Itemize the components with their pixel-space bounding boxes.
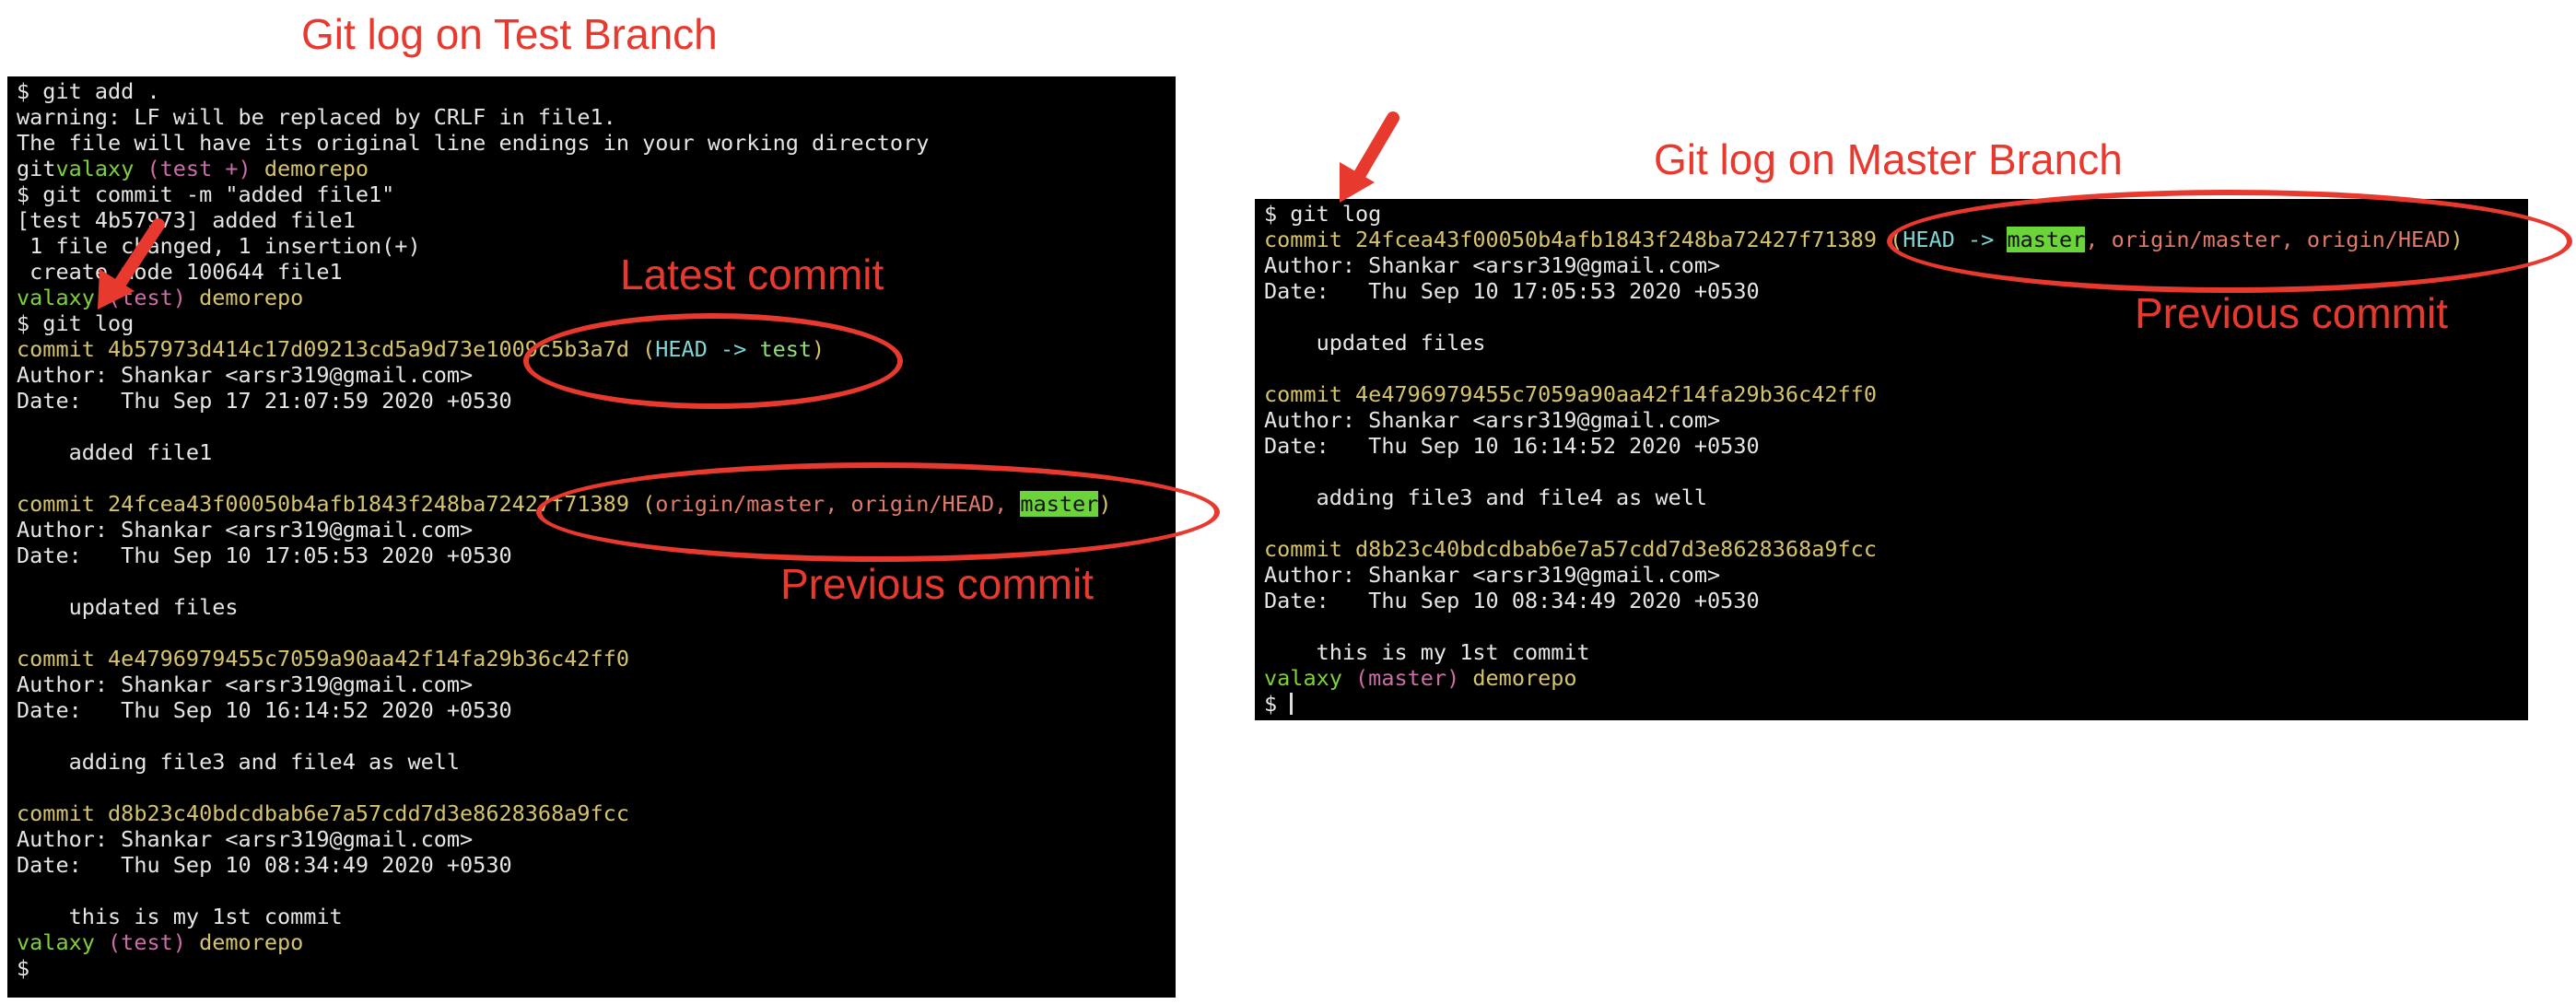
terminal-line: Date: Thu Sep 17 21:07:59 2020 +0530 bbox=[17, 388, 512, 414]
terminal-line: Author: Shankar <arsr319@gmail.com> bbox=[1264, 407, 1721, 433]
commit-line: commit 4e4796979455c7059a90aa42f14fa29b3… bbox=[1264, 381, 1877, 407]
terminal-line: create mode 100644 file1 bbox=[17, 259, 343, 285]
terminal-line: Author: Shankar <arsr319@gmail.com> bbox=[17, 517, 474, 543]
terminal-line: Author: Shankar <arsr319@gmail.com> bbox=[1264, 562, 1721, 588]
terminal-line: Date: Thu Sep 10 16:14:52 2020 +0530 bbox=[1264, 433, 1760, 459]
terminal-line: adding file3 and file4 as well bbox=[17, 749, 461, 775]
terminal-line: $ git log bbox=[1264, 201, 1382, 227]
terminal-line: Author: Shankar <arsr319@gmail.com> bbox=[17, 362, 474, 388]
terminal-line: $ git add . bbox=[17, 78, 160, 104]
previous-commit-highlight-right bbox=[1887, 190, 2572, 293]
commit-line: commit d8b23c40bdcdbab6e7a57cdd7d3e86283… bbox=[17, 800, 629, 826]
commit-line: commit 4e4796979455c7059a90aa42f14fa29b3… bbox=[17, 646, 629, 671]
terminal-line: this is my 1st commit bbox=[17, 904, 343, 929]
latest-commit-highlight bbox=[523, 313, 903, 409]
terminal-line: Date: Thu Sep 10 08:34:49 2020 +0530 bbox=[17, 852, 512, 878]
command-input[interactable]: $ bbox=[1264, 691, 1294, 717]
shell-prompt: valaxy (master) demorepo bbox=[1264, 665, 1577, 691]
latest-commit-label: Latest commit bbox=[620, 251, 884, 298]
shell-prompt: gitvalaxy (test +) demorepo bbox=[17, 156, 369, 181]
terminal-line: 1 file changed, 1 insertion(+) bbox=[17, 233, 421, 259]
text-cursor bbox=[1290, 693, 1294, 715]
previous-commit-highlight-left bbox=[536, 462, 1220, 562]
terminal-line: $ git commit -m "added file1" bbox=[17, 181, 395, 207]
terminal-line: warning: LF will be replaced by CRLF in … bbox=[17, 104, 616, 130]
terminal-line: Author: Shankar <arsr319@gmail.com> bbox=[17, 671, 474, 697]
commit-line: commit d8b23c40bdcdbab6e7a57cdd7d3e86283… bbox=[1264, 536, 1877, 562]
previous-commit-label-left: Previous commit bbox=[780, 560, 1094, 608]
terminal-line: $ git log bbox=[17, 310, 135, 336]
shell-prompt: valaxy (test) demorepo bbox=[17, 929, 304, 955]
terminal-line: updated files bbox=[1264, 330, 1486, 356]
terminal-line: this is my 1st commit bbox=[1264, 639, 1590, 665]
left-heading: Git log on Test Branch bbox=[301, 10, 718, 58]
terminal-line: adding file3 and file4 as well bbox=[1264, 484, 1708, 510]
terminal-line: Date: Thu Sep 10 16:14:52 2020 +0530 bbox=[17, 697, 512, 723]
right-heading: Git log on Master Branch bbox=[1654, 135, 2123, 183]
arrow-icon bbox=[1340, 111, 1399, 203]
arrow-icon bbox=[98, 218, 165, 309]
terminal-line: Author: Shankar <arsr319@gmail.com> bbox=[17, 826, 474, 852]
terminal-line: Author: Shankar <arsr319@gmail.com> bbox=[1264, 252, 1721, 278]
terminal-line: Date: Thu Sep 10 08:34:49 2020 +0530 bbox=[1264, 588, 1760, 613]
terminal-line: The file will have its original line end… bbox=[17, 130, 930, 156]
command-input[interactable]: $ bbox=[17, 955, 29, 981]
previous-commit-label-right: Previous commit bbox=[2135, 289, 2448, 337]
terminal-line: added file1 bbox=[17, 439, 213, 465]
terminal-line: [test 4b57973] added file1 bbox=[17, 207, 356, 233]
terminal-line: Date: Thu Sep 10 17:05:53 2020 +0530 bbox=[1264, 278, 1760, 304]
terminal-line: updated files bbox=[17, 594, 239, 620]
terminal-line: Date: Thu Sep 10 17:05:53 2020 +0530 bbox=[17, 543, 512, 568]
